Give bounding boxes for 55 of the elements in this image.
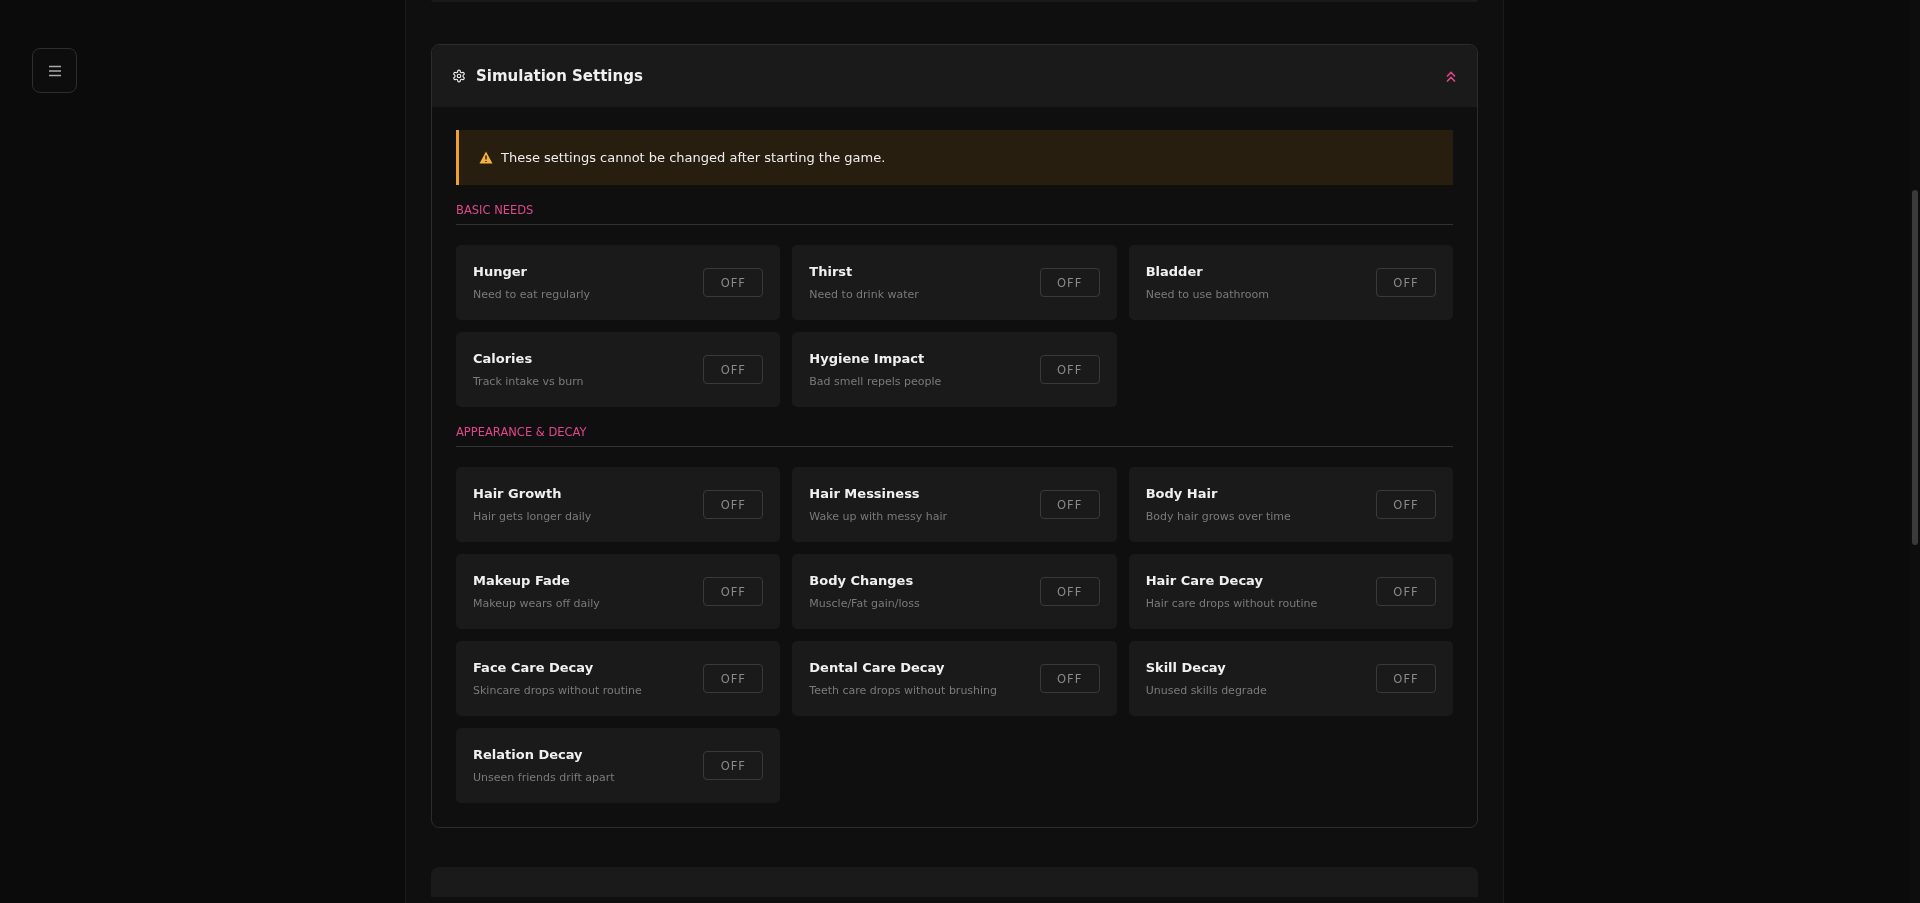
panel-header[interactable]: Simulation Settings [432, 45, 1477, 107]
setting-name: Bladder [1145, 264, 1204, 279]
toggle-button[interactable]: OFF [1376, 268, 1436, 297]
toggle-button[interactable]: OFF [703, 751, 764, 780]
setting-name: Body Hair [1145, 486, 1219, 501]
setting-name: Face Care Decay [473, 660, 595, 675]
setting-name: Calories [473, 351, 534, 366]
settings-icon [452, 69, 466, 83]
setting-name: Thirst [809, 264, 854, 279]
setting-description: Muscle/Fat gain/loss [809, 597, 921, 610]
menu-button[interactable] [32, 48, 77, 93]
setting-name: Makeup Fade [473, 573, 571, 588]
setting-description: Wake up with messy hair [809, 510, 948, 523]
toggle-button[interactable]: OFF [703, 268, 764, 297]
toggle-button[interactable]: OFF [1376, 664, 1436, 693]
setting-description: Body hair grows over time [1145, 510, 1292, 523]
setting-description: Unused skills degrade [1145, 684, 1268, 697]
toggle-button[interactable]: OFF [1039, 268, 1100, 297]
setting-name: Hair Messiness [809, 486, 921, 501]
setting-description: Teeth care drops without brushing [809, 684, 999, 697]
setting-name: Hygiene Impact [809, 351, 926, 366]
section-title: APPEARANCE & DECAY [456, 407, 1453, 447]
toggle-button[interactable]: OFF [1039, 355, 1100, 384]
setting-description: Makeup wears off daily [473, 597, 601, 610]
panel-title: Simulation Settings [476, 67, 644, 85]
setting-name: Hair Growth [473, 486, 563, 501]
toggle-button[interactable]: OFF [1039, 664, 1100, 693]
toggle-button[interactable]: OFF [1039, 577, 1100, 606]
toggle-button[interactable]: OFF [703, 577, 764, 606]
setting-name: Body Changes [809, 573, 915, 588]
setting-description: Hair care drops without routine [1145, 597, 1319, 610]
setting-name: Skill Decay [1145, 660, 1227, 675]
setting-description: Need to use bathroom [1145, 288, 1270, 301]
setting-name: Dental Care Decay [809, 660, 946, 675]
collapse-icon[interactable] [1445, 69, 1457, 83]
toggle-button[interactable]: OFF [1039, 490, 1100, 519]
setting-name: Hunger [473, 264, 528, 279]
setting-description: Need to drink water [809, 288, 920, 301]
setting-name: Relation Decay [473, 747, 584, 762]
setting-description: Hair gets longer daily [473, 510, 593, 523]
setting-description: Bad smell repels people [809, 375, 943, 388]
section-title: BASIC NEEDS [456, 185, 1453, 225]
setting-description: Skincare drops without routine [473, 684, 643, 697]
setting-description: Track intake vs burn [473, 375, 585, 388]
setting-description: Unseen friends drift apart [473, 771, 616, 784]
toggle-button[interactable]: OFF [1376, 490, 1436, 519]
toggle-button[interactable]: OFF [1376, 577, 1436, 606]
setting-name: Hair Care Decay [1145, 573, 1264, 588]
setting-description: Need to eat regularly [473, 288, 591, 301]
warning-icon [479, 151, 493, 164]
toggle-button[interactable]: OFF [703, 355, 764, 384]
toggle-button[interactable]: OFF [703, 664, 764, 693]
toggle-button[interactable]: OFF [703, 490, 764, 519]
warning-text: These settings cannot be changed after starting the game. [501, 150, 886, 165]
menu-icon [47, 64, 62, 77]
